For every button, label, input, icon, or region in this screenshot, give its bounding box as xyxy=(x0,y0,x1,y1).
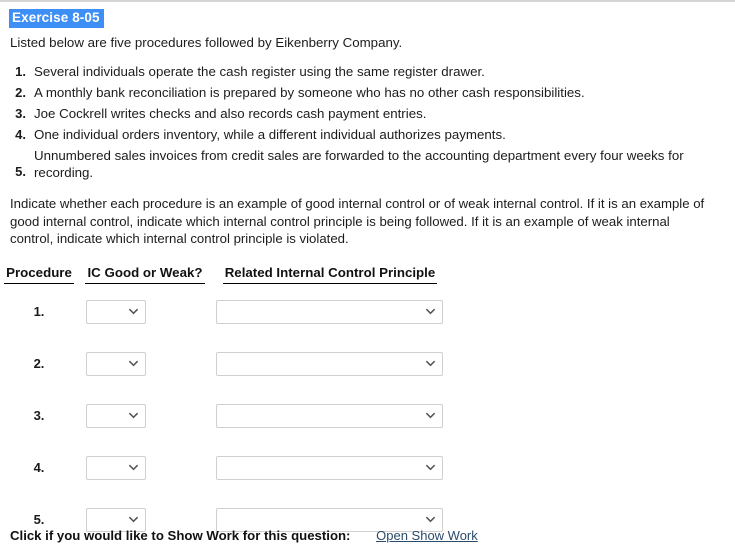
column-header-procedure-label: Procedure xyxy=(4,265,74,284)
ic-good-or-weak-cell xyxy=(78,442,212,494)
open-show-work-link[interactable]: Open Show Work xyxy=(376,528,478,543)
list-item-text: One individual orders inventory, while a… xyxy=(34,127,506,142)
ic-good-or-weak-cell xyxy=(78,338,212,390)
exercise-title-row: Exercise 8-05 xyxy=(0,2,735,28)
show-work-label: Click if you would like to Show Work for… xyxy=(10,528,351,543)
chevron-down-icon xyxy=(426,463,435,472)
related-principle-select-1[interactable] xyxy=(216,299,443,324)
list-item: 3. Joe Cockrell writes checks and also r… xyxy=(0,105,735,122)
ic-good-or-weak-cell xyxy=(78,390,212,442)
list-item-number: 2. xyxy=(15,85,26,100)
list-item-text: Joe Cockrell writes checks and also reco… xyxy=(34,106,427,121)
table-body: 1. 2. 3. 4. 5. xyxy=(0,286,448,546)
list-item-number: 3. xyxy=(15,106,26,121)
list-item-text: A monthly bank reconciliation is prepare… xyxy=(34,85,585,100)
list-item: 1. Several individuals operate the cash … xyxy=(0,63,735,80)
table-header: Procedure IC Good or Weak? Related Inter… xyxy=(0,265,448,286)
related-principle-cell xyxy=(212,286,448,338)
list-item-number: 1. xyxy=(15,64,26,79)
related-principle-select-3[interactable] xyxy=(216,403,443,428)
ic-good-or-weak-select-2[interactable] xyxy=(86,351,146,376)
list-item: 4. One individual orders inventory, whil… xyxy=(0,126,735,143)
answer-table: Procedure IC Good or Weak? Related Inter… xyxy=(0,265,448,546)
chevron-down-icon xyxy=(426,359,435,368)
list-item-text: Unnumbered sales invoices from credit sa… xyxy=(34,148,684,180)
table-header-row: Procedure IC Good or Weak? Related Inter… xyxy=(0,265,448,286)
related-principle-select-2[interactable] xyxy=(216,351,443,376)
ic-good-or-weak-select-1[interactable] xyxy=(86,299,146,324)
exercise-page: Exercise 8-05 Listed below are five proc… xyxy=(0,2,735,546)
exercise-intro: Listed below are five procedures followe… xyxy=(10,35,403,50)
chevron-down-icon xyxy=(426,307,435,316)
related-principle-cell xyxy=(212,442,448,494)
show-work-footer: Click if you would like to Show Work for… xyxy=(10,527,478,545)
chevron-down-icon xyxy=(129,359,138,368)
ic-good-or-weak-select-4[interactable] xyxy=(86,455,146,480)
column-header-ic-good-or-weak: IC Good or Weak? xyxy=(78,265,212,286)
chevron-down-icon xyxy=(129,411,138,420)
chevron-down-icon xyxy=(129,515,138,524)
table-row: 4. xyxy=(0,442,448,494)
chevron-down-icon xyxy=(129,307,138,316)
table-row: 3. xyxy=(0,390,448,442)
row-number: 3. xyxy=(33,408,45,423)
related-principle-select-4[interactable] xyxy=(216,455,443,480)
row-number: 4. xyxy=(33,460,45,475)
list-item: 2. A monthly bank reconciliation is prep… xyxy=(0,84,735,101)
procedure-list: 1. Several individuals operate the cash … xyxy=(0,63,735,181)
chevron-down-icon xyxy=(129,463,138,472)
chevron-down-icon xyxy=(426,411,435,420)
related-principle-cell xyxy=(212,390,448,442)
table-row: 1. xyxy=(0,286,448,338)
ic-good-or-weak-select-3[interactable] xyxy=(86,403,146,428)
column-header-related-principle-label: Related Internal Control Principle xyxy=(222,265,438,284)
instruction-paragraph: Indicate whether each procedure is an ex… xyxy=(10,196,705,246)
exercise-title: Exercise 8-05 xyxy=(9,9,104,28)
list-item-number: 5. xyxy=(15,164,26,179)
row-number: 1. xyxy=(33,304,45,319)
list-item: 5. Unnumbered sales invoices from credit… xyxy=(0,147,735,181)
list-item-number: 4. xyxy=(15,127,26,142)
related-principle-cell xyxy=(212,338,448,390)
chevron-down-icon xyxy=(426,515,435,524)
ic-good-or-weak-cell xyxy=(78,286,212,338)
column-header-related-principle: Related Internal Control Principle xyxy=(212,265,448,286)
column-header-procedure: Procedure xyxy=(0,265,78,286)
row-number: 2. xyxy=(33,356,45,371)
table-row: 2. xyxy=(0,338,448,390)
column-header-ic-good-or-weak-label: IC Good or Weak? xyxy=(85,265,205,284)
list-item-text: Several individuals operate the cash reg… xyxy=(34,64,485,79)
